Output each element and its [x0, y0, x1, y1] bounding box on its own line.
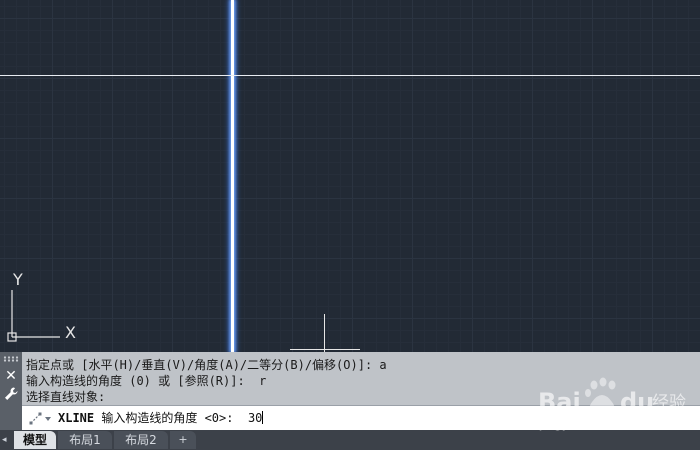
add-layout-button[interactable]: + [170, 431, 196, 449]
command-text[interactable]: XLINE 输入构造线的角度 <0>: 30 [58, 410, 264, 426]
command-history: 指定点或 [水平(H)/垂直(V)/角度(A)/二等分(B)/偏移(O)]: a… [26, 357, 696, 405]
command-panel-grip[interactable]: ✕ [0, 352, 22, 430]
close-icon[interactable]: ✕ [2, 367, 20, 385]
tab-layout1[interactable]: 布局1 [58, 431, 112, 449]
command-value[interactable]: 30 [248, 411, 262, 425]
wrench-icon[interactable] [2, 386, 20, 404]
command-name: XLINE [58, 411, 95, 425]
layout-tab-bar: ◂ 模型 布局1 布局2 + [0, 430, 700, 450]
tab-layout2[interactable]: 布局2 [114, 431, 168, 449]
ucs-y-label: Y [12, 270, 23, 289]
tab-model[interactable]: 模型 [14, 431, 56, 449]
ucs-icon: Y X [7, 270, 76, 342]
ucs-x-label: X [65, 323, 76, 342]
command-line-panel: ✕ 指定点或 [水平(H)/垂直(V)/角度(A)/二等分(B)/偏移(O)]:… [0, 352, 700, 430]
command-prompt-icon[interactable] [28, 410, 56, 426]
crosshair-cursor-vertical [324, 314, 325, 352]
command-prompt: 输入构造线的角度 <0>: [94, 411, 248, 425]
drawing-canvas[interactable]: Y X [0, 0, 700, 352]
construction-line-vertical[interactable] [231, 0, 234, 352]
crosshair-cursor-horizontal [290, 349, 360, 350]
history-line: 指定点或 [水平(H)/垂直(V)/角度(A)/二等分(B)/偏移(O)]: a [26, 358, 387, 372]
history-line: 选择直线对象: [26, 390, 106, 404]
construction-line-horizontal[interactable] [0, 75, 700, 76]
grip-dots[interactable] [3, 356, 19, 362]
text-caret [262, 411, 264, 424]
history-line: 输入构造线的角度 (0) 或 [参照(R)]: r [26, 374, 267, 388]
command-input[interactable]: XLINE 输入构造线的角度 <0>: 30 [22, 405, 700, 430]
